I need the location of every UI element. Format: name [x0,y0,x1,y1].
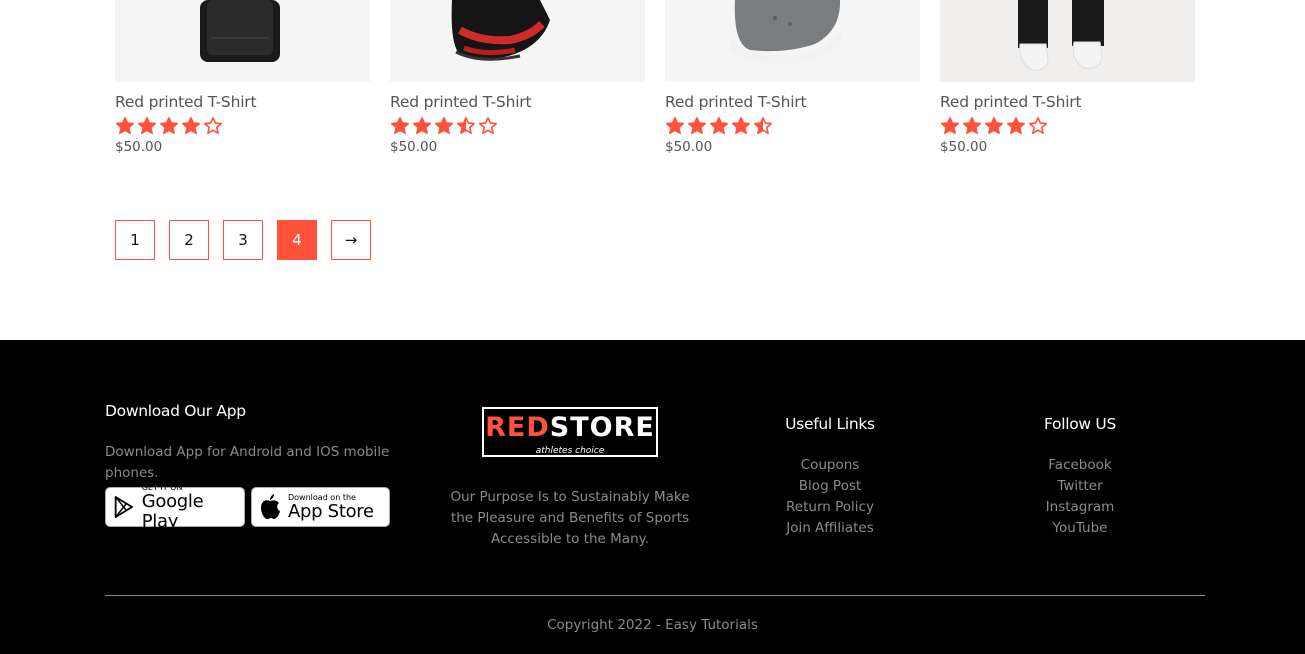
star-filled-icon [666,117,684,134]
next-page-button[interactable]: → [331,220,371,260]
product-title[interactable]: Red printed T-Shirt [115,93,370,111]
product-rating [390,116,645,136]
star-filled-icon [941,117,959,134]
link-blog-post[interactable]: Blog Post [740,476,920,497]
product-price: $50.00 [115,139,163,155]
product-price: $50.00 [940,139,988,155]
product-rating [115,116,370,136]
star-filled-icon [732,117,750,134]
star-filled-icon [413,117,431,134]
product-price: $50.00 [390,139,438,155]
star-filled-icon [391,117,409,134]
link-facebook[interactable]: Facebook [990,455,1170,476]
star-filled-icon [985,117,1003,134]
link-instagram[interactable]: Instagram [990,497,1170,518]
product-image[interactable] [940,0,1195,82]
star-empty-icon [1029,117,1047,134]
product-title[interactable]: Red printed T-Shirt [940,93,1195,111]
star-filled-icon [688,117,706,134]
product-card[interactable]: Red printed T-Shirt $50.00 [390,0,645,155]
product-card[interactable]: Red printed T-Shirt $50.00 [665,0,920,155]
star-empty-icon [479,117,497,134]
apple-icon [261,494,280,520]
purpose-text: Our Purpose Is to Sustainably Make the P… [450,489,690,547]
star-filled-icon [182,117,200,134]
logo-tagline: athletes choice [535,446,605,456]
product-title[interactable]: Red printed T-Shirt [390,93,645,111]
star-filled-icon [138,117,156,134]
useful-links-column: Useful Links Coupons Blog Post Return Po… [740,415,920,539]
product-card[interactable]: Red printed T-Shirt $50.00 [115,0,370,155]
link-twitter[interactable]: Twitter [990,476,1170,497]
google-play-big-text: Google Play [141,490,204,532]
download-app-title: Download Our App [105,402,246,420]
star-filled-icon [1007,117,1025,134]
follow-us-column: Follow US Facebook Twitter Instagram You… [990,415,1170,539]
link-return-policy[interactable]: Return Policy [740,497,920,518]
useful-links-title: Useful Links [785,415,875,433]
app-store-badge[interactable]: Download on the App Store [251,487,390,527]
link-join-affiliates[interactable]: Join Affiliates [740,518,920,539]
download-app-column: Download Our App Download App for Androi… [105,402,415,484]
page-button-2[interactable]: 2 [169,220,209,260]
logo-red-text: RED [485,412,550,443]
product-image[interactable] [115,0,370,82]
star-filled-icon [963,117,981,134]
link-youtube[interactable]: YouTube [990,518,1170,539]
page-button-1[interactable]: 1 [115,220,155,260]
page-button-4-current[interactable]: 4 [277,220,317,260]
follow-us-title: Follow US [1043,415,1117,433]
product-title[interactable]: Red printed T-Shirt [665,93,920,111]
site-footer: Download Our App Download App for Androi… [0,340,1305,654]
product-image[interactable] [390,0,645,82]
product-rating [665,116,920,136]
star-half-icon [754,117,772,134]
star-empty-icon [204,117,222,134]
star-filled-icon [710,117,728,134]
download-app-description: Download App for Android and IOS mobile … [105,444,390,481]
star-filled-icon [116,117,134,134]
app-badges: GET IT ON Google Play Download on the Ap… [105,483,390,531]
product-card[interactable]: Red printed T-Shirt $50.00 [940,0,1195,155]
google-play-badge[interactable]: GET IT ON Google Play [105,483,245,531]
product-price: $50.00 [665,139,713,155]
copyright-text: Copyright 2022 - Easy Tutorials [547,617,758,633]
google-play-icon [114,496,133,518]
redstore-logo[interactable]: REDSTORE athletes choice [482,407,658,457]
star-filled-icon [160,117,178,134]
product-grid: Red printed T-Shirt $50.00 Red printed T… [115,0,1195,170]
app-store-big-text: App Store [288,500,374,522]
star-half-icon [457,117,475,134]
link-coupons[interactable]: Coupons [740,455,920,476]
star-filled-icon [435,117,453,134]
product-image[interactable] [665,0,920,82]
page-button-3[interactable]: 3 [223,220,263,260]
pagination: 1 2 3 4 → [115,220,385,260]
logo-column: REDSTORE athletes choice Our Purpose Is … [445,407,695,550]
logo-white-text: STORE [549,412,655,443]
footer-divider [105,595,1205,596]
product-rating [940,116,1195,136]
